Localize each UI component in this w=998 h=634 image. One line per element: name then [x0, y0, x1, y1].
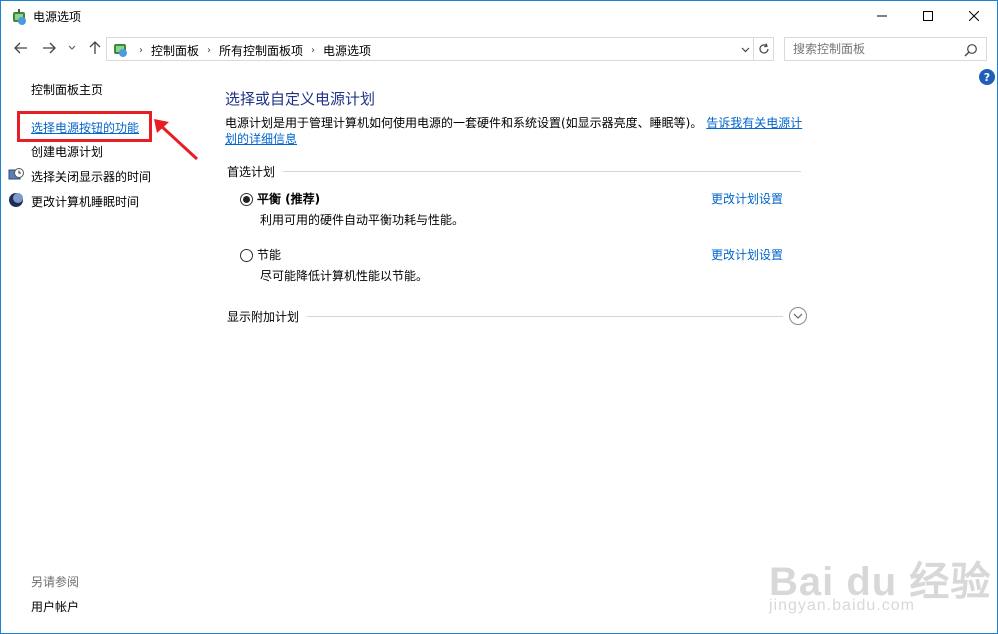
breadcrumb-all-items[interactable]: 所有控制面板项 — [219, 42, 303, 59]
chevron-down-icon — [793, 313, 803, 319]
power-saver-plan-radio[interactable] — [240, 249, 253, 262]
preferred-plans-group: 首选计划 — [227, 163, 801, 180]
title-bar: 电源选项 — [1, 1, 997, 32]
balanced-plan-description: 利用可用的硬件自动平衡功耗与性能。 — [260, 213, 465, 227]
navigation-bar: › 控制面板 › 所有控制面板项 › 电源选项 — [1, 32, 997, 64]
sidebar-item-sleep-time[interactable]: 更改计算机睡眠时间 — [31, 193, 139, 210]
breadcrumb-separator-icon[interactable]: › — [311, 45, 315, 56]
window-title: 电源选项 — [33, 10, 82, 24]
balanced-plan-name[interactable]: 平衡 (推荐) — [257, 190, 320, 207]
back-button[interactable] — [11, 38, 31, 58]
power-options-window: 电源选项 › 控制面板 › 所有控制面板项 › 电源选项 搜索控制面板 ? 控制… — [0, 0, 998, 634]
forward-button[interactable] — [39, 38, 59, 58]
control-panel-icon — [114, 44, 127, 57]
minimize-icon — [877, 15, 887, 17]
address-dropdown-button[interactable] — [738, 42, 752, 58]
display-clock-icon — [8, 168, 24, 180]
up-arrow-icon — [89, 41, 101, 54]
power-saver-plan-name[interactable]: 节能 — [257, 246, 281, 263]
chevron-down-icon — [741, 47, 749, 53]
address-bar[interactable]: › 控制面板 › 所有控制面板项 › 电源选项 — [106, 37, 754, 61]
breadcrumb: › 控制面板 › 所有控制面板项 › 电源选项 — [131, 42, 371, 59]
divider — [283, 171, 801, 172]
sidebar-control-panel-home[interactable]: 控制面板主页 — [31, 81, 103, 98]
breadcrumb-power-options[interactable]: 电源选项 — [323, 42, 371, 59]
sidebar-item-power-buttons[interactable]: 选择电源按钮的功能 — [31, 119, 139, 136]
maximize-button[interactable] — [905, 1, 951, 31]
breadcrumb-control-panel[interactable]: 控制面板 — [151, 42, 199, 59]
power-saver-change-settings-link[interactable]: 更改计划设置 — [711, 246, 783, 263]
close-button[interactable] — [951, 1, 997, 31]
close-icon — [969, 11, 979, 21]
group-label[interactable]: 显示附加计划 — [227, 308, 299, 325]
search-icon[interactable] — [964, 43, 978, 57]
back-arrow-icon — [14, 42, 27, 54]
chevron-down-icon — [68, 45, 76, 50]
user-accounts-link[interactable]: 用户帐户 — [31, 598, 79, 615]
sidebar-item-create-plan[interactable]: 创建电源计划 — [31, 143, 103, 160]
sidebar-item-display-off[interactable]: 选择关闭显示器的时间 — [31, 168, 151, 185]
refresh-icon — [758, 43, 769, 54]
breadcrumb-separator-icon[interactable]: › — [139, 45, 143, 56]
divider — [307, 315, 783, 317]
breadcrumb-separator-icon[interactable]: › — [207, 45, 211, 56]
page-title: 选择或自定义电源计划 — [225, 90, 376, 108]
power-options-icon — [13, 9, 26, 25]
search-input[interactable] — [793, 42, 963, 56]
expand-button[interactable] — [789, 307, 807, 325]
recent-locations-button[interactable] — [65, 38, 79, 58]
page-description: 电源计划是用于管理计算机如何使用电源的一套硬件和系统设置(如显示器亮度、睡眠等)… — [225, 115, 805, 147]
up-button[interactable] — [85, 38, 105, 58]
power-saver-plan-description: 尽可能降低计算机性能以节能。 — [260, 269, 429, 283]
watermark-url: jingyan.baidu.com — [769, 597, 915, 614]
help-icon[interactable]: ? — [979, 69, 995, 85]
additional-plans-group[interactable]: 显示附加计划 — [227, 307, 807, 325]
balanced-change-settings-link[interactable]: 更改计划设置 — [711, 190, 783, 207]
search-box[interactable] — [784, 37, 987, 61]
balanced-plan-radio[interactable] — [240, 193, 253, 206]
group-label: 首选计划 — [227, 165, 276, 179]
description-text: 电源计划是用于管理计算机如何使用电源的一套硬件和系统设置(如显示器亮度、睡眠等)… — [225, 116, 703, 130]
maximize-icon — [923, 11, 933, 21]
minimize-button[interactable] — [859, 1, 905, 31]
see-also-heading: 另请参阅 — [31, 575, 80, 589]
annotation-arrow-icon — [154, 119, 199, 161]
refresh-button[interactable] — [754, 37, 774, 61]
sleep-moon-icon — [9, 193, 23, 207]
forward-arrow-icon — [43, 42, 56, 54]
